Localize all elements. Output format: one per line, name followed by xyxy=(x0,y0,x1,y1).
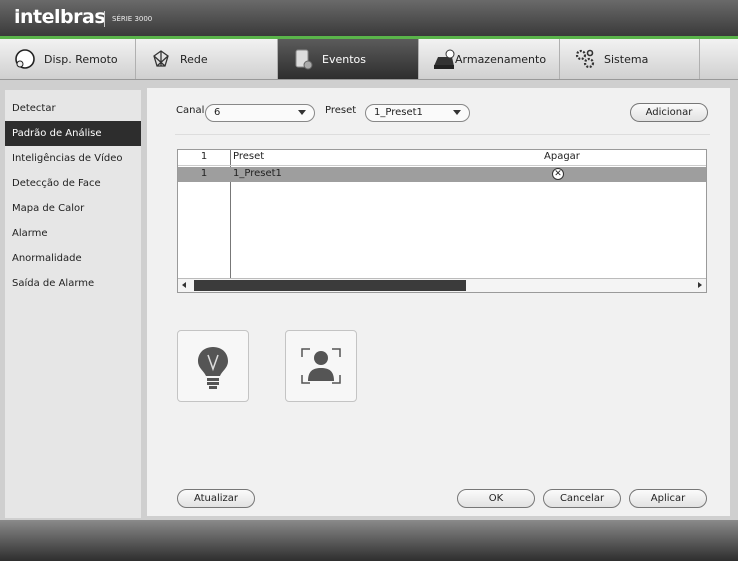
horizontal-scrollbar[interactable] xyxy=(178,278,706,292)
canal-label: Canal xyxy=(176,105,205,116)
tab-disp-remoto[interactable]: Disp. Remoto xyxy=(0,39,136,79)
main-tabs: Disp. Remoto Rede Eventos Armazenamento … xyxy=(0,39,738,80)
scroll-left-icon[interactable] xyxy=(182,282,186,288)
tab-label: Sistema xyxy=(604,52,649,66)
divider xyxy=(175,134,710,135)
logo-divider xyxy=(104,11,105,27)
sidebar-item-saida-de-alarme[interactable]: Saída de Alarme xyxy=(5,271,141,296)
gears-icon xyxy=(575,49,595,69)
face-detect-icon xyxy=(301,348,341,384)
sidebar-item-detectar[interactable]: Detectar xyxy=(5,96,141,121)
face-detect-button[interactable] xyxy=(285,330,357,402)
canal-value: 6 xyxy=(214,107,221,118)
tab-label: Eventos xyxy=(322,52,366,66)
scrollbar-thumb[interactable] xyxy=(194,280,466,291)
tab-sistema[interactable]: Sistema xyxy=(560,39,700,79)
bottom-bar xyxy=(0,520,738,561)
header-index: 1 xyxy=(200,151,208,162)
chevron-down-icon xyxy=(453,110,461,115)
tab-label: Disp. Remoto xyxy=(44,52,118,66)
chevron-down-icon xyxy=(298,110,306,115)
ok-button[interactable]: OK xyxy=(457,489,535,508)
table-header: 1 Preset Apagar xyxy=(178,150,706,166)
sidebar-item-anormalidade[interactable]: Anormalidade xyxy=(5,246,141,271)
preset-label: Preset xyxy=(325,105,357,116)
content-panel: Canal 6 Preset 1_Preset1 Adicionar 1 Pre… xyxy=(147,88,730,516)
sidebar-item-padrao-de-analise[interactable]: Padrão de Análise xyxy=(5,121,141,146)
add-button[interactable]: Adicionar xyxy=(630,103,708,122)
sidebar: Detectar Padrão de Análise Inteligências… xyxy=(5,90,141,518)
tab-armazenamento[interactable]: Armazenamento xyxy=(419,39,560,79)
sidebar-item-alarme[interactable]: Alarme xyxy=(5,221,141,246)
sidebar-item-mapa-de-calor[interactable]: Mapa de Calor xyxy=(5,196,141,221)
brand-logo: intelbras xyxy=(14,6,106,28)
sidebar-item-deteccao-de-face[interactable]: Detecção de Face xyxy=(5,171,141,196)
tab-rede[interactable]: Rede xyxy=(136,39,278,79)
tab-label: Armazenamento xyxy=(455,52,547,66)
sidebar-item-inteligencias-de-video[interactable]: Inteligências de Vídeo xyxy=(5,146,141,171)
preset-select[interactable]: 1_Preset1 xyxy=(365,104,470,122)
delete-icon[interactable]: ✕ xyxy=(552,168,564,180)
network-icon xyxy=(153,50,169,67)
header-delete: Apagar xyxy=(544,151,580,162)
canal-select[interactable]: 6 xyxy=(205,104,315,122)
preset-table: 1 Preset Apagar 1 1_Preset1 ✕ xyxy=(177,149,707,293)
series-label: SÉRIE 3000 xyxy=(112,15,153,23)
refresh-button[interactable]: Atualizar xyxy=(177,489,255,508)
row-preset: 1_Preset1 xyxy=(233,168,282,179)
top-bar: intelbras SÉRIE 3000 xyxy=(0,0,738,36)
tab-label: Rede xyxy=(180,52,208,66)
preset-value: 1_Preset1 xyxy=(374,107,423,118)
tab-eventos[interactable]: Eventos xyxy=(278,39,419,79)
lightbulb-icon xyxy=(198,347,228,389)
row-index: 1 xyxy=(200,168,208,179)
table-row[interactable]: 1 1_Preset1 ✕ xyxy=(178,167,706,182)
header-preset: Preset xyxy=(233,151,265,162)
storage-icon xyxy=(434,49,455,69)
events-icon xyxy=(295,49,313,70)
apply-button[interactable]: Aplicar xyxy=(629,489,707,508)
remote-device-icon xyxy=(15,49,35,69)
cancel-button[interactable]: Cancelar xyxy=(543,489,621,508)
scroll-right-icon[interactable] xyxy=(698,282,702,288)
lightbulb-button[interactable] xyxy=(177,330,249,402)
